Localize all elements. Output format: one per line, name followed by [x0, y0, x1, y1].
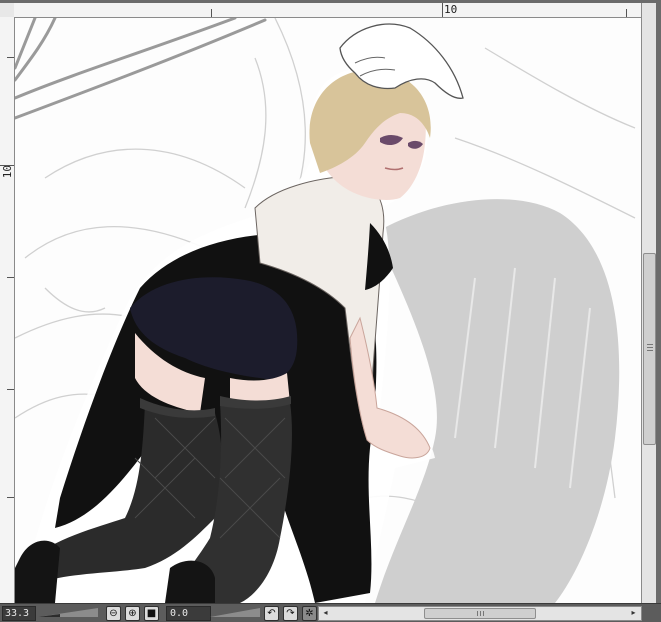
paint-app-window: 10 10 33.3 ⊖ ⊕ ■ 0.0 ↶ ↷ ✲ ◂ ▸: [0, 0, 661, 622]
grip-line: [647, 347, 653, 348]
ruler-tick: [7, 497, 14, 498]
vertical-scroll-thumb[interactable]: [643, 253, 656, 445]
zoom-in-button[interactable]: ⊕: [125, 606, 140, 621]
grip-line: [483, 611, 484, 616]
rotation-slider[interactable]: [210, 608, 260, 617]
ruler-left-label: 10: [1, 165, 14, 179]
grip-line: [477, 611, 478, 616]
scroll-right-arrow-icon[interactable]: ▸: [628, 607, 639, 618]
zoom-slider[interactable]: [38, 608, 98, 617]
ruler-corner: [0, 3, 15, 18]
canvas-status-bar: 33.3 ⊖ ⊕ ■ 0.0 ↶ ↷ ✲ ◂ ▸: [0, 603, 661, 622]
plus-circle-icon: ⊕: [128, 608, 137, 619]
rotation-angle-input[interactable]: 0.0: [166, 606, 211, 621]
horizontal-scrollbar[interactable]: ◂ ▸: [318, 606, 642, 621]
ruler-tick: [7, 389, 14, 390]
fit-window-button[interactable]: ■: [144, 606, 159, 621]
rotate-left-icon: ↶: [267, 608, 276, 619]
minus-circle-icon: ⊖: [109, 608, 118, 619]
horizontal-ruler[interactable]: 10: [14, 3, 641, 18]
ruler-tick: [626, 9, 627, 17]
grip-line: [647, 344, 653, 345]
ruler-tick: [0, 165, 14, 166]
horizontal-scroll-thumb[interactable]: [424, 608, 536, 619]
rotate-right-button[interactable]: ↷: [283, 606, 298, 621]
shadow-silhouette: [375, 199, 620, 603]
vertical-ruler[interactable]: 10: [0, 17, 15, 603]
rotate-right-icon: ↷: [286, 608, 295, 619]
shoe-right: [165, 560, 215, 603]
shoe-left: [15, 540, 60, 603]
grip-line: [647, 350, 653, 351]
drawing-canvas[interactable]: [15, 18, 641, 603]
rotate-left-button[interactable]: ↶: [264, 606, 279, 621]
ruler-tick: [7, 277, 14, 278]
ruler-tick: [211, 9, 212, 17]
ruler-top-label: 10: [444, 3, 458, 16]
ruler-tick: [442, 3, 443, 17]
ruler-tick: [7, 57, 14, 58]
grip-line: [480, 611, 481, 616]
square-icon: ■: [146, 608, 157, 619]
zoom-out-button[interactable]: ⊖: [106, 606, 121, 621]
sketch-strokes-dark: [15, 18, 267, 120]
zoom-input[interactable]: 33.3: [2, 606, 36, 621]
reset-rotation-button[interactable]: ✲: [302, 606, 317, 621]
scroll-left-arrow-icon[interactable]: ◂: [320, 607, 331, 618]
artwork-illustration: [15, 18, 636, 603]
gear-icon: ✲: [305, 608, 314, 619]
vertical-scrollbar[interactable]: [641, 3, 656, 603]
